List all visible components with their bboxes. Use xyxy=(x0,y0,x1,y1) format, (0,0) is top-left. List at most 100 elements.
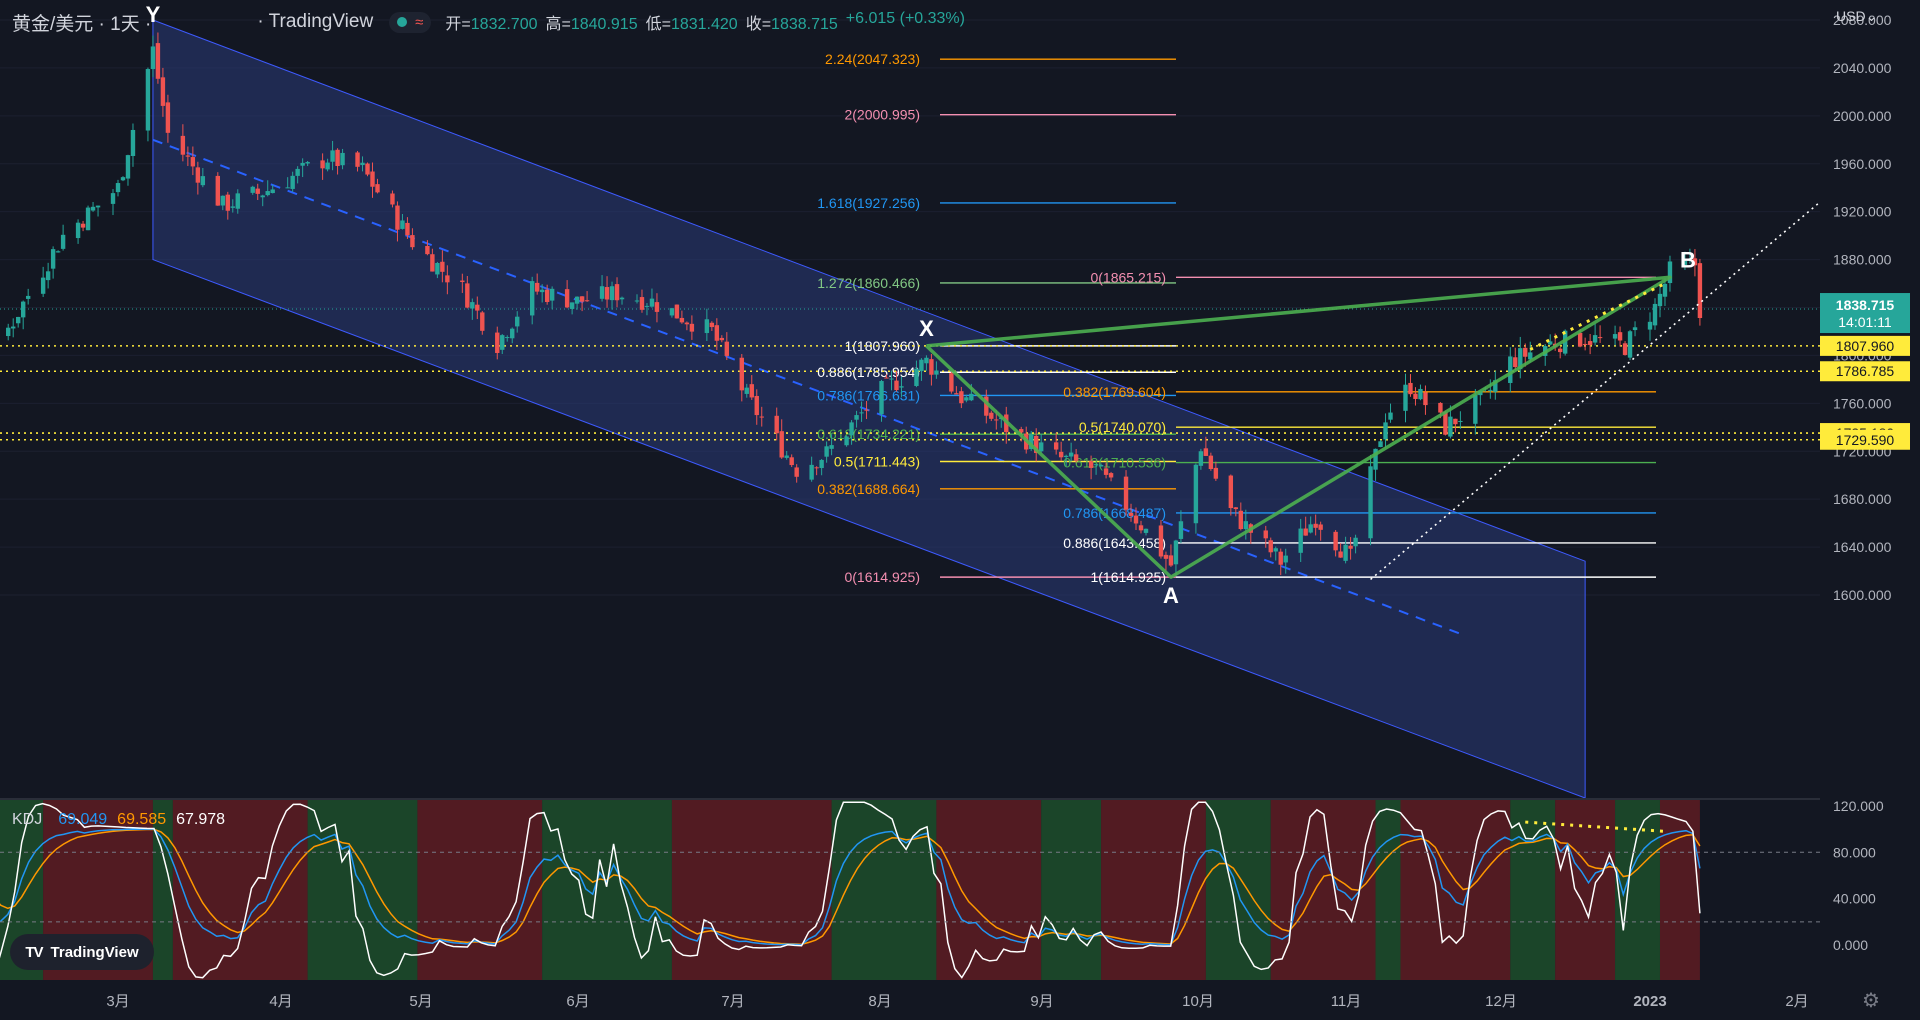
candle-body xyxy=(879,381,884,415)
candle-body xyxy=(1443,411,1448,435)
candle-body xyxy=(1193,464,1199,524)
fib-right-label: 0.382(1769.604) xyxy=(1063,384,1166,400)
candle-body xyxy=(549,288,555,301)
candle-body xyxy=(1308,524,1313,533)
wave-icon: ≈ xyxy=(415,13,424,31)
candle-body xyxy=(859,412,864,414)
price-axis-tick: 1960.000 xyxy=(1833,156,1892,172)
candle-body xyxy=(1587,341,1593,345)
time-axis-label: 12月 xyxy=(1485,993,1517,1010)
candle-body xyxy=(1333,531,1338,551)
candle-body xyxy=(789,457,794,466)
candle-body xyxy=(989,412,994,419)
kdj-axis-tick: 80.000 xyxy=(1833,844,1876,860)
candle-body xyxy=(515,316,520,327)
candle-body xyxy=(340,152,345,166)
candle-body xyxy=(654,302,660,312)
candle-body xyxy=(430,254,435,272)
candle-body xyxy=(619,297,625,300)
candle-body xyxy=(1058,451,1064,458)
kdj-k-value: 69.049 xyxy=(58,811,108,828)
candle-body xyxy=(375,184,380,193)
candle-body xyxy=(889,378,894,380)
candle-body xyxy=(1098,464,1104,467)
candle-body xyxy=(355,152,360,167)
candle-body xyxy=(1662,283,1668,297)
pattern-point-b: B xyxy=(1680,247,1696,272)
candle-body xyxy=(924,357,929,364)
candle-body xyxy=(779,431,784,458)
candle-body xyxy=(215,175,221,206)
kdj-axis-tick: 0.000 xyxy=(1833,937,1868,953)
candle-body xyxy=(574,296,580,304)
candle-body xyxy=(190,157,196,167)
ohlc-values: 开=1832.700 高=1840.915 低=1831.420 收=1838.… xyxy=(445,10,965,34)
candle-body xyxy=(609,286,615,301)
candle-body xyxy=(145,69,151,131)
time-axis-label: 5月 xyxy=(409,993,432,1010)
candle-body xyxy=(20,301,26,318)
candle-body xyxy=(849,422,854,436)
market-open-icon xyxy=(397,17,408,27)
candle-body xyxy=(185,155,191,157)
candle-body xyxy=(265,191,270,196)
candle-body xyxy=(60,234,66,249)
candle-body xyxy=(814,467,819,469)
candle-body xyxy=(1313,523,1318,528)
candle-body xyxy=(150,46,156,70)
price-axis-tick: 2040.000 xyxy=(1833,60,1892,76)
candle-body xyxy=(709,322,715,328)
candle-body xyxy=(809,464,814,480)
candle-body xyxy=(55,251,61,253)
time-axis-label: 9月 xyxy=(1030,993,1053,1010)
candle-body xyxy=(130,129,136,156)
candle-body xyxy=(1617,332,1623,341)
candle-body xyxy=(819,459,824,469)
candle-body xyxy=(1088,461,1094,468)
candle-body xyxy=(270,189,275,194)
candle-body xyxy=(320,160,325,169)
candle-body xyxy=(529,281,535,316)
candle-body xyxy=(1697,263,1703,319)
time-axis-label: 10月 xyxy=(1182,993,1214,1010)
kdj-band xyxy=(831,800,937,980)
currency-selector[interactable]: USD⌄ xyxy=(1836,8,1877,25)
candle-body xyxy=(1278,551,1283,565)
close-value: 1838.715 xyxy=(771,16,838,33)
candle-body xyxy=(1228,475,1234,509)
price-axis-bg xyxy=(1820,0,1920,980)
open-label: 开= xyxy=(445,16,471,33)
candle-body xyxy=(684,322,690,325)
tradingview-logo[interactable]: TV TradingView xyxy=(10,934,154,970)
candle-body xyxy=(460,280,465,283)
candle-body xyxy=(1388,412,1393,420)
candle-body xyxy=(1353,537,1358,547)
market-status-pill[interactable]: ≈ xyxy=(389,11,432,33)
kdj-title[interactable]: KDJ xyxy=(12,811,42,829)
price-axis-tick: 1680.000 xyxy=(1833,491,1892,507)
candle-body xyxy=(534,282,540,292)
candle-body xyxy=(1423,392,1428,406)
symbol-title[interactable]: 黄金/美元 · 1天 · xyxy=(12,9,151,36)
candle-body xyxy=(1612,334,1618,339)
candle-body xyxy=(1273,548,1278,552)
candle-body xyxy=(1123,476,1129,510)
fib-left-label: 0.618(1734.221) xyxy=(817,426,920,442)
gear-icon[interactable]: ⚙ xyxy=(1862,988,1880,1013)
candle-body xyxy=(1652,303,1658,326)
candle-body xyxy=(1133,515,1139,524)
candle-body xyxy=(1198,451,1204,466)
candle-body xyxy=(844,436,849,446)
candle-body xyxy=(1453,418,1458,425)
candle-body xyxy=(1348,545,1353,549)
time-axis-label: 4月 xyxy=(269,993,292,1010)
candle-body xyxy=(285,187,290,189)
candle-body xyxy=(634,300,640,302)
kdj-axis-tick: 120.000 xyxy=(1833,798,1884,814)
candle-body xyxy=(470,302,475,309)
candle-body xyxy=(854,415,859,420)
kdj-band xyxy=(1205,800,1271,980)
price-chart[interactable]: 2.24(2047.323) 2(2000.995) 1.618(1927.256)… xyxy=(0,0,1920,1020)
candle-body xyxy=(1338,551,1343,558)
candle-body xyxy=(949,373,954,392)
